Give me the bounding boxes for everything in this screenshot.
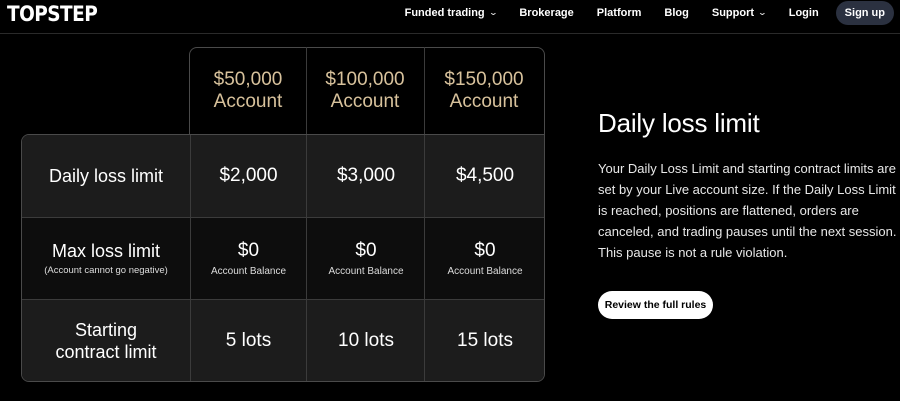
chevron-down-icon: ⌄ <box>757 8 768 17</box>
row-divider <box>22 299 544 300</box>
nav-support-label: Support <box>711 6 755 19</box>
value-text: $0 <box>474 239 496 261</box>
table-row-max-loss: Max loss limit (Account cannot go negati… <box>22 217 544 299</box>
nav-platform-label: Platform <box>596 6 642 19</box>
nav-links: Funded trading ⌄ Brokerage Platform Blog… <box>382 0 894 25</box>
top-navigation: TOPSTEP Funded trading ⌄ Brokerage Platf… <box>0 0 900 34</box>
value-subtext: Account Balance <box>328 265 404 277</box>
table-row-daily-loss: Daily loss limit $2,000 $3,000 $4,500 <box>22 135 544 217</box>
column-divider <box>424 47 425 134</box>
column-divider <box>424 135 425 381</box>
value-text: $0 <box>237 239 260 261</box>
value-cell: $4,500 <box>425 135 544 217</box>
column-header-amount: $100,000 <box>325 68 405 90</box>
nav-funded-trading[interactable]: Funded trading ⌄ <box>404 6 498 19</box>
value-cell: $0 Account Balance <box>425 217 544 299</box>
column-header-50k: $50,000 Account <box>190 47 306 134</box>
row-label-cell: Starting contract limit <box>22 299 190 381</box>
review-rules-button[interactable]: Review the full rules <box>598 291 713 319</box>
value-cell: 15 lots <box>425 299 544 381</box>
nav-funded-trading-label: Funded trading <box>404 6 485 19</box>
value-cell: $2,000 <box>190 135 307 217</box>
column-header-account: Account <box>449 90 519 112</box>
row-label: Daily loss limit <box>48 166 163 186</box>
signup-button[interactable]: Sign up <box>835 0 894 25</box>
column-header-account: Account <box>330 90 400 112</box>
column-divider <box>306 135 307 381</box>
row-label-cell: Max loss limit (Account cannot go negati… <box>22 217 190 299</box>
column-header-amount: $150,000 <box>444 68 524 90</box>
value-cell: 10 lots <box>307 299 425 381</box>
nav-brokerage[interactable]: Brokerage <box>519 7 573 19</box>
info-title: Daily loss limit <box>598 108 760 138</box>
nav-support[interactable]: Support ⌄ <box>711 6 768 19</box>
value-cell: $3,000 <box>307 135 425 217</box>
value-cell: 5 lots <box>190 299 307 381</box>
nav-login-label: Login <box>788 6 819 19</box>
value-text: $3,000 <box>336 165 396 186</box>
value-cell: $0 Account Balance <box>190 217 307 299</box>
column-header-account: Account <box>213 90 283 112</box>
nav-platform[interactable]: Platform <box>597 7 642 19</box>
nav-blog-label: Blog <box>664 6 689 19</box>
row-divider <box>22 217 544 218</box>
chevron-down-icon: ⌄ <box>488 8 498 17</box>
value-text: $4,500 <box>455 165 515 186</box>
column-header-100k: $100,000 Account <box>306 47 424 134</box>
nav-login[interactable]: Login <box>789 7 819 19</box>
column-header-150k: $150,000 Account <box>424 47 544 134</box>
value-text: $0 <box>355 239 377 261</box>
info-body: Your Daily Loss Limit and starting contr… <box>598 161 897 260</box>
table-row-contract-limit: Starting contract limit 5 lots 10 lots 1… <box>22 299 544 381</box>
value-subtext: Account Balance <box>447 265 523 277</box>
value-text: $2,000 <box>219 165 278 186</box>
value-text: 15 lots <box>457 330 513 351</box>
column-divider <box>190 135 191 381</box>
loss-limit-table: $50,000 Account $100,000 Account $150,00… <box>21 47 545 382</box>
topstep-logo[interactable]: TOPSTEP <box>7 2 98 26</box>
row-label: contract limit <box>55 342 157 362</box>
row-label-cell: Daily loss limit <box>22 135 190 217</box>
info-panel: Daily loss limit Your Daily Loss Limit a… <box>598 108 898 263</box>
nav-blog[interactable]: Blog <box>664 7 688 19</box>
value-text: 10 lots <box>338 330 394 351</box>
value-subtext: Account Balance <box>210 265 287 277</box>
value-cell: $0 Account Balance <box>307 217 425 299</box>
row-label: Max loss limit <box>51 241 160 261</box>
value-text: 5 lots <box>225 330 272 351</box>
row-sublabel: (Account cannot go negative) <box>44 265 168 276</box>
row-label: Starting <box>74 320 138 340</box>
nav-brokerage-label: Brokerage <box>519 6 574 19</box>
column-header-amount: $50,000 <box>213 68 283 90</box>
table-body: Daily loss limit $2,000 $3,000 $4,500 Ma… <box>21 134 545 382</box>
column-divider <box>306 47 307 134</box>
